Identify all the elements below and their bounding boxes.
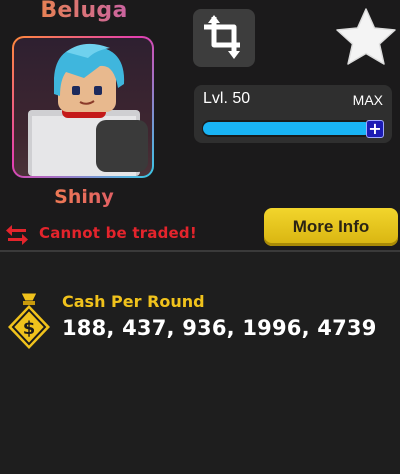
level-up-button[interactable]: + <box>366 120 384 138</box>
level-progress-fill <box>203 122 371 135</box>
money-bag-icon: $ <box>8 292 50 349</box>
unit-portrait <box>12 36 154 178</box>
star-icon[interactable] <box>334 6 398 68</box>
svg-text:$: $ <box>23 318 36 339</box>
level-panel: Lvl. 50 MAX + <box>194 85 392 143</box>
divider <box>0 250 400 252</box>
swap-button[interactable] <box>193 9 255 67</box>
trade-arrows-icon <box>6 225 28 245</box>
level-label: Lvl. 50 <box>203 90 251 107</box>
cash-per-round-label: Cash Per Round <box>62 292 205 311</box>
trade-status: Cannot be traded! <box>39 224 197 242</box>
portrait-slot <box>96 120 148 172</box>
rarity-label: Shiny <box>14 186 154 208</box>
cash-per-round-values: 188, 437, 936, 1996, 4739 <box>62 316 377 340</box>
crop-swap-icon <box>204 15 240 59</box>
unit-name: Beluga <box>14 0 154 23</box>
max-label: MAX <box>352 92 383 108</box>
stats-section <box>0 252 400 474</box>
level-progress-bar <box>202 120 372 137</box>
more-info-button[interactable]: More Info <box>264 208 398 246</box>
